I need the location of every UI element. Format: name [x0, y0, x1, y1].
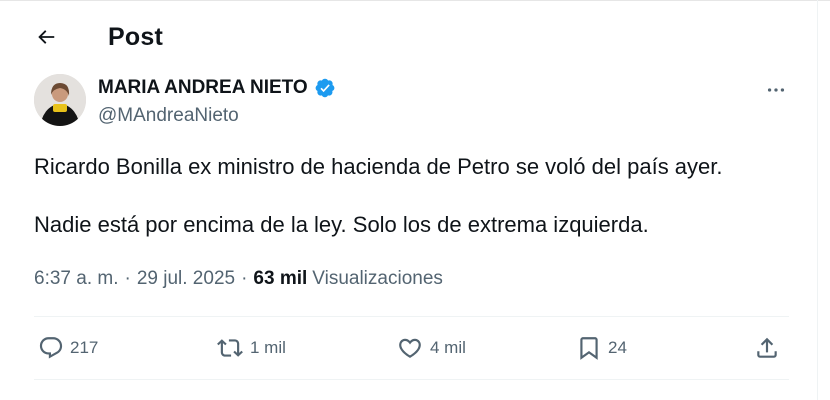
page-title: Post: [108, 23, 163, 51]
display-name[interactable]: MARIA ANDREA NIETO: [98, 77, 308, 99]
like-button[interactable]: 4 mil: [396, 327, 466, 369]
meta-separator: ·: [124, 268, 131, 289]
more-options-button[interactable]: [758, 76, 794, 104]
back-button[interactable]: [26, 20, 66, 54]
more-horizontal-icon: [767, 88, 785, 92]
bookmark-button[interactable]: 24: [576, 327, 627, 369]
like-count: 4 mil: [430, 338, 466, 357]
reply-count: 217: [70, 338, 99, 357]
post-author: MARIA ANDREA NIETO @MAndreaNieto: [34, 72, 794, 132]
post-text: Ricardo Bonilla ex ministro de hacienda …: [34, 152, 794, 239]
repost-count: 1 mil: [250, 338, 286, 357]
page-header: Post: [0, 14, 820, 60]
avatar-image: [34, 74, 86, 126]
display-name-row: MARIA ANDREA NIETO: [98, 77, 336, 99]
bookmark-count: 24: [608, 338, 627, 357]
right-border: [817, 0, 818, 400]
share-icon: [757, 337, 777, 358]
action-bar: 217 1 mil 4 mil 24: [34, 327, 789, 369]
reply-button[interactable]: 217: [38, 327, 98, 369]
divider: [34, 316, 789, 317]
user-handle[interactable]: @MAndreaNieto: [98, 105, 239, 127]
arrow-left-icon: [38, 30, 55, 44]
post-metadata: 6:37 a. m. · 29 jul. 2025 · 63 mil Visua…: [34, 268, 443, 290]
views-label[interactable]: Visualizaciones: [312, 268, 443, 290]
post-time[interactable]: 6:37 a. m.: [34, 268, 119, 290]
post-paragraph-1: Ricardo Bonilla ex ministro de hacienda …: [34, 154, 723, 179]
verified-badge-icon[interactable]: [314, 77, 336, 99]
reply-icon: [39, 337, 63, 359]
divider: [34, 379, 789, 380]
avatar[interactable]: [34, 74, 86, 126]
repost-icon: [217, 339, 243, 357]
top-border: [0, 0, 830, 1]
views-count[interactable]: 63 mil: [253, 268, 307, 290]
post-paragraph-2: Nadie está por encima de la ley. Solo lo…: [34, 212, 649, 237]
meta-separator: ·: [241, 268, 248, 289]
bookmark-icon: [580, 337, 598, 360]
post-date[interactable]: 29 jul. 2025: [137, 268, 235, 290]
share-button[interactable]: [754, 327, 780, 369]
like-icon: [399, 338, 421, 358]
repost-button[interactable]: 1 mil: [216, 327, 286, 369]
